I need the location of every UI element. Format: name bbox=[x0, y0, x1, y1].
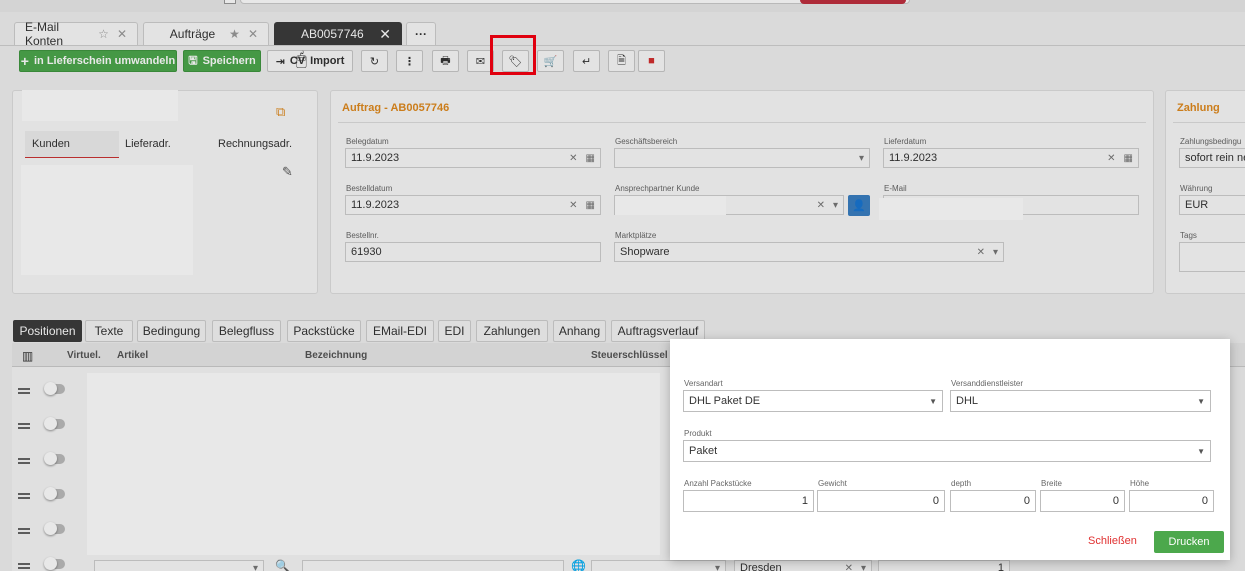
chevron-down-icon: ▼ bbox=[1197, 446, 1205, 456]
highlight-frame bbox=[490, 35, 536, 75]
produkt-select[interactable]: Paket ▼ bbox=[683, 440, 1211, 462]
mouse-cursor-icon: 🖱 bbox=[296, 49, 307, 69]
hoehe-label: Höhe bbox=[1130, 479, 1150, 488]
versanddienstleister-label: Versanddienstleister bbox=[951, 379, 1024, 388]
anzahl-label: Anzahl Packstücke bbox=[684, 479, 752, 488]
versandart-label: Versandart bbox=[684, 379, 723, 388]
shipping-label-dialog: Versandart DHL Paket DE ▼ Versanddienstl… bbox=[670, 339, 1230, 560]
anzahl-input[interactable]: 1 bbox=[683, 490, 814, 512]
chevron-down-icon: ▼ bbox=[929, 396, 937, 406]
gewicht-input[interactable]: 0 bbox=[817, 490, 945, 512]
breite-input[interactable]: 0 bbox=[1040, 490, 1125, 512]
produkt-label: Produkt bbox=[684, 429, 712, 438]
hoehe-input[interactable]: 0 bbox=[1129, 490, 1214, 512]
chevron-down-icon: ▼ bbox=[1197, 396, 1205, 406]
close-button[interactable]: Schließen bbox=[1088, 535, 1137, 547]
versanddienstleister-select[interactable]: DHL ▼ bbox=[950, 390, 1211, 412]
gewicht-label: Gewicht bbox=[818, 479, 847, 488]
print-label-button[interactable]: Drucken bbox=[1154, 531, 1224, 553]
depth-input[interactable]: 0 bbox=[950, 490, 1036, 512]
versandart-select[interactable]: DHL Paket DE ▼ bbox=[683, 390, 943, 412]
breite-label: Breite bbox=[1041, 479, 1062, 488]
depth-label: depth bbox=[951, 479, 972, 488]
